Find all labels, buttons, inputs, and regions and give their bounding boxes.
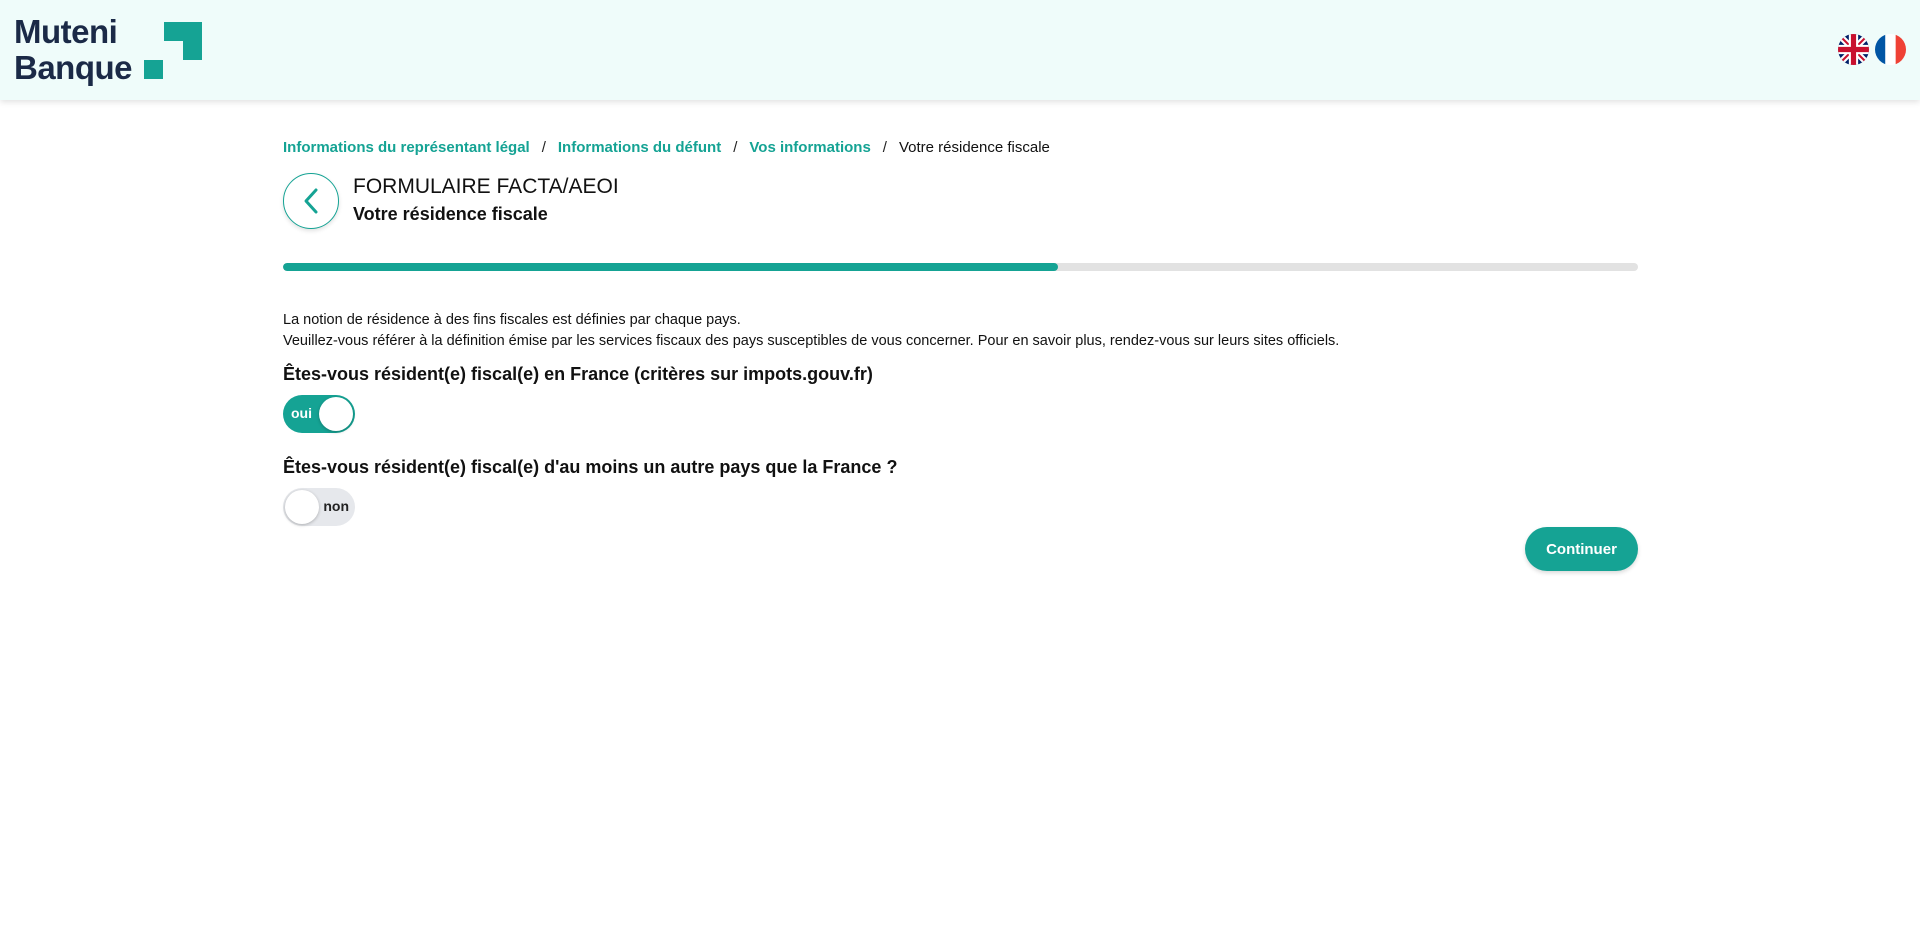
question-france-residence: Êtes-vous résident(e) fiscal(e) en Franc…	[283, 364, 873, 384]
toggle-knob	[285, 490, 319, 524]
breadcrumb-separator: /	[733, 139, 738, 156]
breadcrumb: Informations du représentant légal / Inf…	[283, 139, 1050, 156]
toggle-label: oui	[291, 405, 312, 421]
app-header: Muteni Banque	[0, 0, 1920, 100]
info-line-1: La notion de résidence à des fins fiscal…	[283, 312, 741, 328]
brand-name-line2: Banque	[14, 49, 133, 86]
breadcrumb-link-defunt[interactable]: Informations du défunt	[558, 139, 721, 156]
other-country-residence-toggle[interactable]: non	[283, 488, 355, 526]
brand-logo[interactable]: Muteni Banque	[14, 14, 214, 88]
page-title: FORMULAIRE FACTA/AEOI	[353, 175, 619, 198]
question-other-country-residence: Êtes-vous résident(e) fiscal(e) d'au moi…	[283, 457, 898, 477]
info-text: La notion de résidence à des fins fiscal…	[283, 310, 1339, 352]
chevron-left-icon	[304, 188, 318, 214]
logo-mark-icon	[144, 22, 202, 79]
language-switcher	[1838, 34, 1906, 65]
progress-bar-fill	[283, 263, 1059, 271]
uk-flag-icon[interactable]	[1838, 34, 1869, 65]
breadcrumb-separator: /	[882, 139, 887, 156]
toggle-knob	[319, 397, 353, 431]
breadcrumb-link-representant[interactable]: Informations du représentant légal	[283, 139, 530, 156]
info-line-2: Veuillez-vous référer à la définition ém…	[283, 333, 1340, 349]
back-button[interactable]	[283, 173, 339, 229]
fr-flag-icon[interactable]	[1875, 34, 1906, 65]
breadcrumb-current: Votre résidence fiscale	[898, 139, 1050, 156]
page-subtitle: Votre résidence fiscale	[353, 204, 548, 224]
toggle-label: non	[323, 498, 349, 514]
progress-bar	[283, 263, 1638, 271]
france-residence-toggle[interactable]: oui	[283, 395, 355, 433]
breadcrumb-separator: /	[541, 139, 546, 156]
continue-button[interactable]: Continuer	[1525, 527, 1638, 571]
brand-name-line1: Muteni	[14, 13, 118, 50]
breadcrumb-link-vos-informations[interactable]: Vos informations	[749, 139, 870, 156]
brand-name: Muteni Banque	[14, 13, 133, 86]
